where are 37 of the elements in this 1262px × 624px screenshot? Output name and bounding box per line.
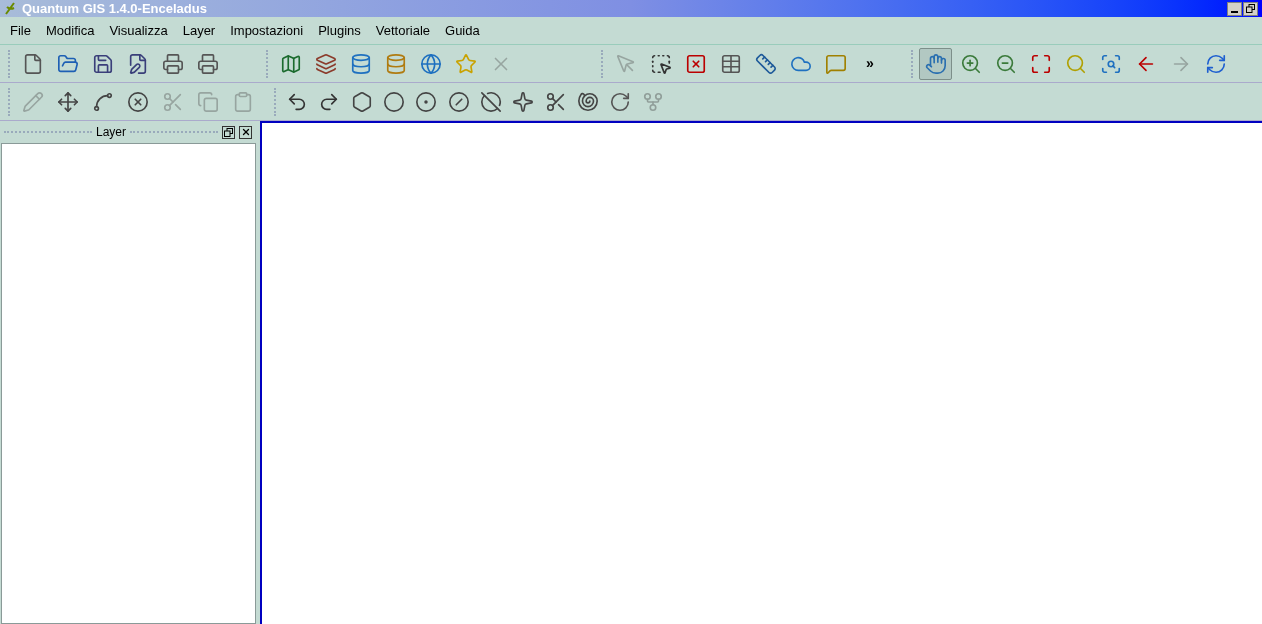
float-button[interactable] <box>222 125 235 139</box>
minimize-button[interactable] <box>1227 1 1242 16</box>
restore-icon <box>1246 4 1255 13</box>
pencil-icon <box>21 90 44 113</box>
restore-button[interactable] <box>1243 1 1258 16</box>
folder-icon <box>56 52 79 75</box>
zoom-in-icon <box>959 52 982 75</box>
refresh-icon <box>1204 52 1227 75</box>
menu-item[interactable]: Plugins <box>318 20 361 41</box>
table-icon <box>719 52 742 75</box>
annotation-icon <box>824 52 847 75</box>
deselect-icon <box>684 52 707 75</box>
panel-title: Layer <box>96 124 126 141</box>
hexagon-icon <box>350 90 373 113</box>
move-icon <box>56 90 79 113</box>
menu-item[interactable]: Vettoriale <box>375 20 431 41</box>
delete-icon <box>126 90 149 113</box>
ruler-icon <box>754 52 777 75</box>
close-button[interactable] <box>239 125 252 139</box>
menu-item[interactable]: Impostazioni <box>230 20 304 41</box>
select-icon <box>649 52 672 75</box>
copy-icon <box>196 90 219 113</box>
app-logo-icon <box>4 2 16 15</box>
printer-icon <box>196 52 219 75</box>
menu-item[interactable]: Guida <box>445 20 480 41</box>
menu-item[interactable]: Modifica <box>45 20 95 41</box>
restore-icon <box>224 127 233 137</box>
menu-item[interactable]: Visualizza <box>109 20 168 41</box>
scissors-icon <box>161 90 184 113</box>
floppy-icon <box>91 52 114 75</box>
hand-icon <box>924 52 947 75</box>
zoom-out-icon <box>994 52 1017 75</box>
overflow-button[interactable]: » <box>866 53 874 74</box>
menu-item[interactable]: Layer <box>182 20 216 41</box>
window-title: Quantum GIS 1.4.0-Enceladus <box>22 0 207 18</box>
rotate-icon <box>609 90 632 113</box>
menu-item[interactable]: File <box>10 20 31 41</box>
